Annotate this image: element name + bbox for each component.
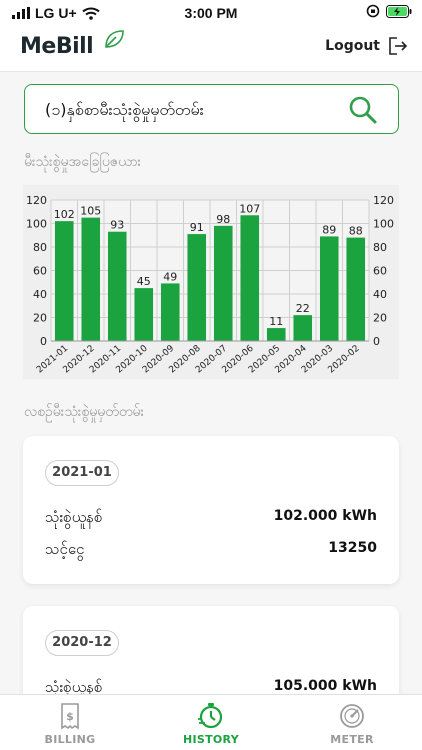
leaf-icon bbox=[105, 30, 124, 48]
status-right bbox=[366, 4, 412, 18]
tab-history-label: HISTORY bbox=[182, 733, 239, 746]
y-tick-label-left: 40 bbox=[33, 288, 47, 301]
tab-meter[interactable]: METER bbox=[282, 695, 422, 750]
month-badge: 2020-12 bbox=[45, 630, 119, 656]
logout-button[interactable]: Logout bbox=[325, 36, 408, 56]
usage-value: 102.000 kWh bbox=[273, 508, 377, 524]
bar bbox=[293, 315, 313, 341]
y-tick-label-right: 40 bbox=[373, 288, 387, 301]
bar bbox=[213, 225, 233, 341]
receipt-dollar-icon: $ bbox=[61, 703, 79, 730]
usage-row: သုံးစွဲယူနစ် 102.000 kWh bbox=[45, 508, 377, 530]
tab-history[interactable]: HISTORY bbox=[141, 695, 281, 750]
bottom-tab-bar: $ BILLING HISTORY METER bbox=[0, 694, 422, 750]
y-tick-label-left: 100 bbox=[26, 218, 47, 231]
data-label: 107 bbox=[239, 202, 260, 215]
data-label: 11 bbox=[269, 315, 283, 328]
data-label: 91 bbox=[190, 221, 204, 234]
bar bbox=[134, 288, 154, 341]
amount-row: သင့်ငွေ 13250 bbox=[45, 540, 377, 562]
logout-icon bbox=[389, 37, 408, 55]
y-tick-label-right: 20 bbox=[373, 312, 387, 325]
status-time: 3:00 PM bbox=[184, 5, 238, 21]
amount-value: 13250 bbox=[328, 540, 377, 556]
y-tick-label-left: 80 bbox=[33, 241, 47, 254]
y-tick-label-right: 60 bbox=[373, 265, 387, 278]
history-timer-icon bbox=[198, 703, 223, 729]
history-section-title: လစဉ်မီးသုံးစွဲမှုမှတ်တမ်း bbox=[24, 404, 145, 420]
data-label: 22 bbox=[296, 302, 310, 315]
history-card[interactable]: 2021-01 သုံးစွဲယူနစ် 102.000 kWh သင့်ငွေ… bbox=[23, 436, 399, 584]
search-icon[interactable] bbox=[348, 95, 378, 125]
svg-text:$: $ bbox=[66, 710, 74, 723]
search-input[interactable]: (၁)နှစ်စာမီးသုံးစွဲမှုမှတ်တမ်း bbox=[45, 99, 204, 123]
bar bbox=[240, 215, 260, 341]
bar bbox=[54, 221, 74, 341]
y-tick-label-right: 80 bbox=[373, 241, 387, 254]
data-label: 45 bbox=[137, 275, 151, 288]
bar bbox=[319, 236, 339, 341]
y-tick-label-right: 0 bbox=[373, 335, 380, 348]
tab-billing[interactable]: $ BILLING bbox=[0, 695, 140, 750]
report-search-box[interactable]: (၁)နှစ်စာမီးသုံးစွဲမှုမှတ်တမ်း bbox=[24, 84, 399, 134]
bar bbox=[160, 283, 180, 341]
bar bbox=[346, 237, 366, 341]
y-tick-label-right: 100 bbox=[373, 218, 394, 231]
data-label: 89 bbox=[322, 223, 336, 236]
data-label: 105 bbox=[80, 205, 101, 218]
y-tick-label-left: 0 bbox=[40, 335, 47, 348]
logout-label: Logout bbox=[325, 38, 380, 54]
month-badge: 2021-01 bbox=[45, 460, 119, 486]
rotation-lock-icon bbox=[366, 4, 380, 18]
gauge-meter-icon bbox=[340, 704, 364, 728]
bar bbox=[81, 217, 101, 341]
data-label: 49 bbox=[163, 270, 177, 283]
status-bar: LG U+ 3:00 PM bbox=[0, 0, 422, 26]
bar bbox=[266, 328, 286, 341]
chart-section-title: မီးသုံးစွဲမှုအခြေပြဇယား bbox=[24, 154, 142, 170]
tab-billing-label: BILLING bbox=[44, 733, 96, 746]
usage-label: သုံးစွဲယူနစ် bbox=[45, 508, 103, 526]
bar bbox=[107, 231, 127, 341]
y-tick-label-right: 120 bbox=[373, 194, 394, 207]
tab-meter-label: METER bbox=[330, 733, 374, 746]
usage-chart: 0 0 20 20 40 40 60 60 80 80 100 100 120 120 102 2021-01… bbox=[23, 185, 399, 379]
battery-charging-icon bbox=[386, 4, 412, 18]
bar bbox=[187, 234, 207, 341]
bar-chart: 0 020 2040 4060 6080 80100 100120 1201022021-01… bbox=[26, 194, 394, 375]
app-logo: MeBill bbox=[20, 34, 94, 59]
data-label: 102 bbox=[54, 208, 75, 221]
data-label: 88 bbox=[349, 225, 363, 238]
app-header: MeBill Logout bbox=[0, 26, 422, 72]
y-tick-label-left: 60 bbox=[33, 265, 47, 278]
data-label: 93 bbox=[110, 219, 124, 232]
data-label: 98 bbox=[216, 213, 230, 226]
y-tick-label-left: 120 bbox=[26, 194, 47, 207]
y-tick-label-left: 20 bbox=[33, 312, 47, 325]
amount-label: သင့်ငွေ bbox=[45, 540, 85, 558]
